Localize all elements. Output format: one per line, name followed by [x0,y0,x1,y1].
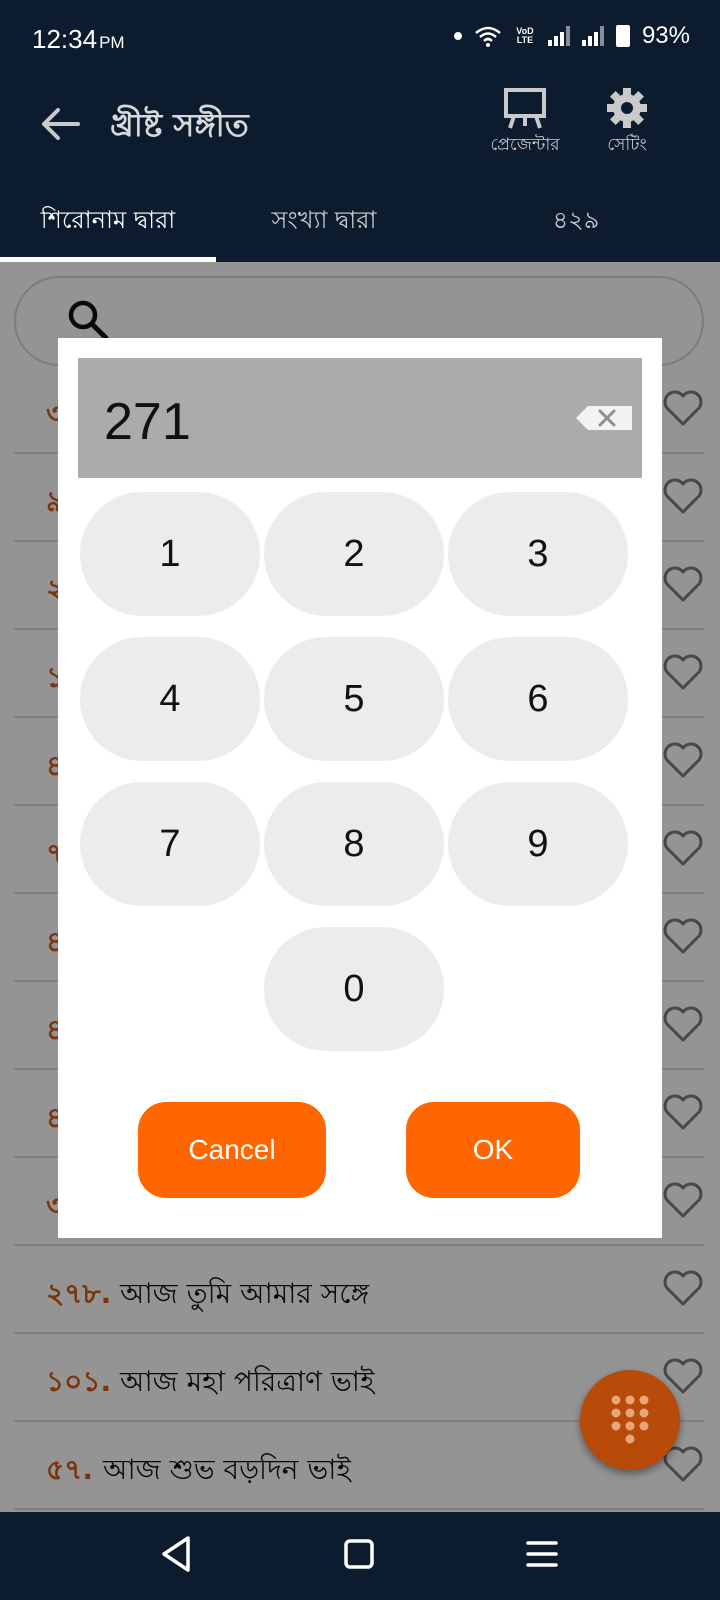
battery-percent: 93% [641,22,690,49]
gear-icon [607,88,647,128]
number-display-value: 271 [104,393,191,451]
status-time-ampm: PM [99,33,125,52]
key-6[interactable]: 6 [448,637,628,761]
nav-back-icon[interactable] [158,1534,194,1574]
tab-bar: শিরোনাম দ্বারা সংখ্যা দ্বারা ৪২৯ [0,180,720,262]
tab-count[interactable]: ৪২৯ [432,202,720,242]
volte-icon: VoD LTE [514,27,536,45]
presenter-button[interactable]: প্রেজেন্টার [480,86,570,160]
cancel-button[interactable]: Cancel [138,1102,326,1198]
status-icons: VoD LTE 93% [453,22,690,50]
key-0[interactable]: 0 [264,927,444,1051]
settings-button[interactable]: সেটিং [582,86,672,160]
backspace-icon[interactable] [574,404,634,432]
tab-by-number[interactable]: সংখ্যা দ্বারা [216,202,432,242]
key-2[interactable]: 2 [264,492,444,616]
key-4[interactable]: 4 [80,637,260,761]
status-time-value: 12:34 [32,24,98,54]
tab-by-title[interactable]: শিরোনাম দ্বারা [0,202,216,242]
key-9[interactable]: 9 [448,782,628,906]
system-nav-bar [0,1512,720,1600]
status-time: 12:34 PM [32,24,125,55]
nav-menu-icon[interactable] [524,1534,560,1574]
dialpad-fab-button[interactable] [580,1370,680,1470]
app-title: খ্রীষ্ট সঙ্গীত [110,106,249,144]
signal-2-icon [581,26,604,46]
presenter-label: প্রেজেন্টার [490,135,560,155]
key-3[interactable]: 3 [448,492,628,616]
key-1[interactable]: 1 [80,492,260,616]
nav-home-icon[interactable] [342,1534,378,1574]
volte-bottom-label: LTE [516,35,534,45]
signal-1-icon [547,26,570,46]
settings-label: সেটিং [607,135,647,155]
dialpad-icon [611,1395,649,1444]
key-8[interactable]: 8 [264,782,444,906]
back-arrow-icon[interactable] [38,102,82,146]
status-bar: 12:34 PM VoD LTE 93% [0,0,720,80]
key-5[interactable]: 5 [264,637,444,761]
number-display: 271 [78,358,642,478]
ok-button[interactable]: OK [406,1102,580,1198]
presenter-icon [504,88,546,129]
notification-dot-icon [453,32,462,40]
app-bar: খ্রীষ্ট সঙ্গীত প্রেজেন্টার সেটিং [0,80,720,180]
key-7[interactable]: 7 [80,782,260,906]
wifi-icon [475,26,501,47]
number-input-dialog: 271 123 456 7890 Cancel OK [58,338,662,1238]
battery-icon [615,25,630,47]
